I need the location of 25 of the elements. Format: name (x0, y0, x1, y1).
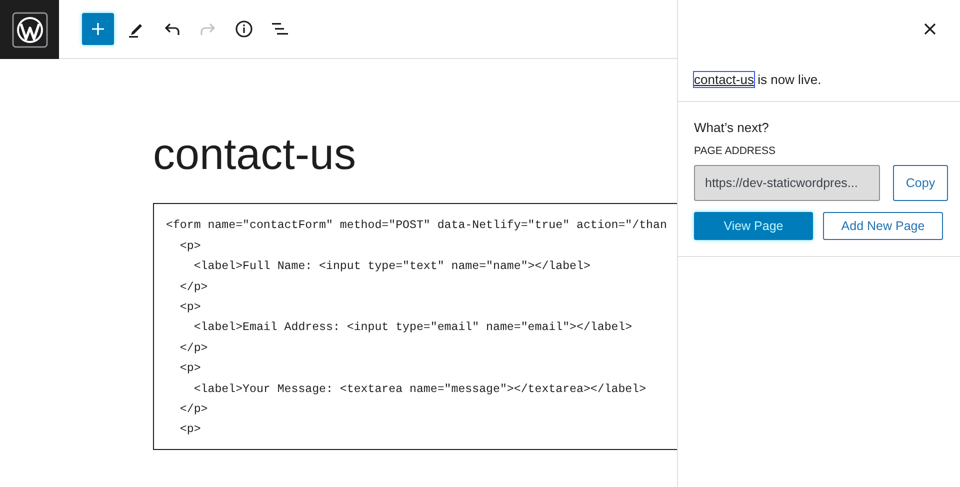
plus-icon (90, 21, 106, 37)
add-new-page-button[interactable]: Add New Page (823, 212, 943, 240)
code-block[interactable] (153, 203, 677, 450)
page-link[interactable]: contact-us (694, 72, 754, 87)
code-line: <label>Your Message: <textarea name="message"></textarea></label> (192, 382, 646, 398)
code-line: </p> (178, 280, 208, 296)
section-heading: What’s next? (694, 120, 770, 135)
add-block-button[interactable] (82, 13, 114, 45)
copy-button[interactable]: Copy (893, 165, 948, 201)
wordpress-logo-icon (12, 12, 48, 48)
code-line: <p> (178, 238, 201, 255)
page-title[interactable]: contact-us (153, 131, 677, 180)
code-line: <label>Email Address: <input type="email" name="email"></label> (192, 320, 632, 336)
code-line: </p> (178, 402, 208, 418)
code-line: <p> (178, 300, 201, 316)
live-notice: contact-us is now live. (694, 72, 822, 87)
field-label: PAGE ADDRESS (694, 145, 776, 157)
page-address-field[interactable]: https://dev-staticwordpres... (694, 165, 880, 201)
view-page-button[interactable]: View Page (694, 212, 813, 240)
code-line: <p> (178, 422, 201, 438)
wordpress-logo[interactable] (0, 0, 59, 59)
code-line: </p> (178, 340, 208, 357)
code-line: <form name="contactForm" method="POST" data-Netlify="true" action="/than (166, 218, 667, 234)
code-line: <p> (178, 361, 201, 378)
code-line: <label>Full Name: <input type="text" name="name"></label> (192, 259, 590, 276)
